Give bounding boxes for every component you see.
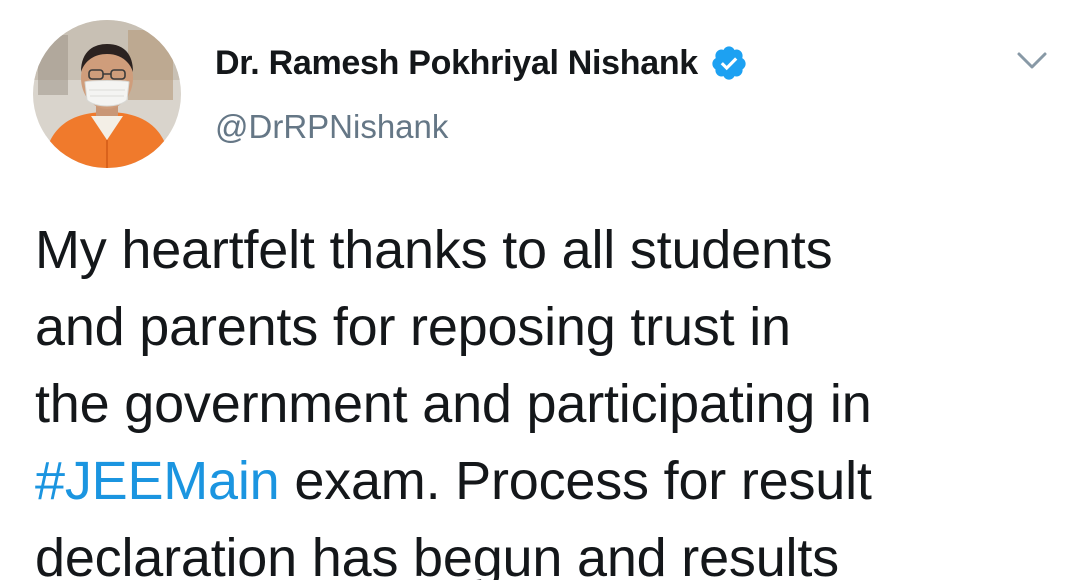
tweet-text-line: My heartfelt thanks to all students — [35, 220, 833, 280]
tweet-text-line: #JEEMain exam. Process for result — [35, 443, 1035, 520]
chevron-down-icon[interactable] — [1013, 45, 1051, 75]
tweet-text-segment: exam. Process for result — [279, 451, 872, 511]
tweet-text-line: the government and participating in — [35, 374, 872, 434]
verified-badge-icon — [710, 44, 748, 82]
tweet-text-line: and parents for reposing trust in — [35, 297, 791, 357]
avatar-photo — [33, 20, 181, 168]
tweet-text: My heartfelt thanks to all students and … — [35, 212, 1035, 580]
author-handle[interactable]: @DrRPNishank — [215, 108, 448, 146]
author-avatar[interactable] — [33, 20, 181, 168]
author-display-name[interactable]: Dr. Ramesh Pokhriyal Nishank — [215, 44, 698, 83]
tweet-text-line: declaration has begun and results — [35, 528, 839, 580]
author-name-row: Dr. Ramesh Pokhriyal Nishank — [215, 38, 748, 88]
hashtag-link[interactable]: #JEEMain — [35, 451, 280, 511]
tweet-card: Dr. Ramesh Pokhriyal Nishank @DrRPNishan… — [0, 0, 1066, 580]
